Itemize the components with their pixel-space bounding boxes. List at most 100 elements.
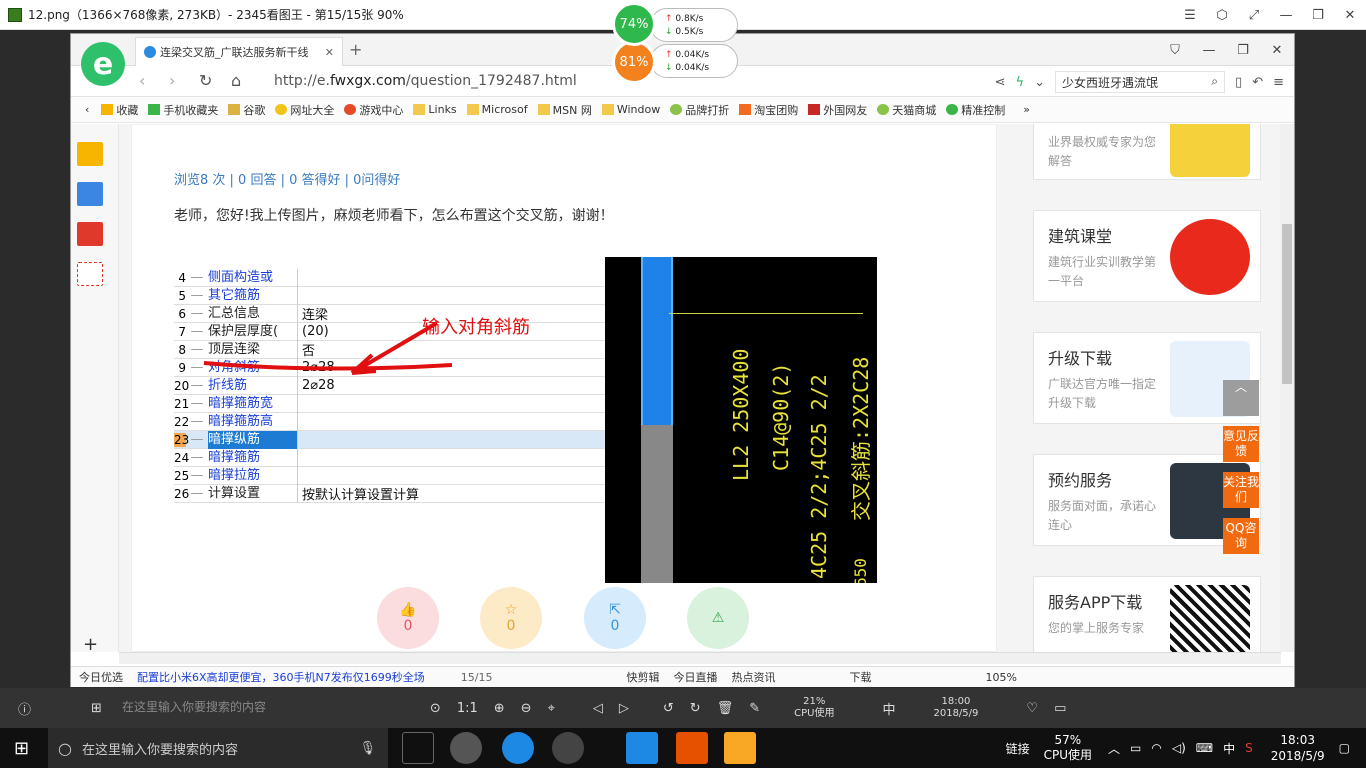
ie-browser-icon[interactable] <box>502 732 534 764</box>
fav-item-6[interactable]: Microsof <box>466 103 528 116</box>
browser-close-button[interactable]: ✕ <box>1260 34 1294 66</box>
refresh-icon[interactable]: ↻ <box>199 71 212 90</box>
delete-icon[interactable]: 🗑 <box>717 701 734 716</box>
zoom-out-icon[interactable]: ⊖ <box>521 701 532 716</box>
fav-item-11[interactable]: 外国网友 <box>808 102 867 118</box>
feedback-button[interactable]: 意见反馈 <box>1223 426 1259 462</box>
minimize-button[interactable]: — <box>1270 0 1302 30</box>
rotate-right-icon[interactable]: ↻ <box>690 701 701 716</box>
windows-start-icon[interactable]: ⊞ <box>91 701 102 716</box>
horizontal-scrollbar[interactable] <box>119 652 1281 664</box>
status-quick-edit[interactable]: 快剪辑 <box>626 669 659 685</box>
app-card[interactable]: 服务APP下载 您的掌上服务专家 <box>1033 576 1261 652</box>
status-live[interactable]: 今日直播 <box>673 669 717 685</box>
chevron-down-icon[interactable]: ⌄ <box>1034 75 1045 90</box>
360-browser-icon[interactable] <box>552 732 584 764</box>
fav-item-9[interactable]: 品牌打折 <box>670 102 729 118</box>
edit-icon[interactable]: ✎ <box>749 701 760 716</box>
taskbar-clock[interactable]: 18:03 2018/5/9 <box>1271 732 1325 764</box>
fav-item-4[interactable]: 游戏中心 <box>344 102 403 118</box>
fav-item-1[interactable]: 手机收藏夹 <box>148 102 218 118</box>
report-button[interactable]: ⚠ <box>687 587 749 649</box>
more-favorites-icon[interactable]: » <box>1023 103 1030 116</box>
microphone-icon[interactable]: 🎙 <box>359 741 376 756</box>
fullscreen-icon[interactable]: ⤢ <box>1238 0 1270 30</box>
browser-menu-icon[interactable]: ≡ <box>1273 75 1284 90</box>
next-image-button[interactable]: ▷ <box>619 701 629 716</box>
wifi-icon[interactable]: ◠ <box>1151 741 1161 755</box>
share-icon[interactable]: ⋖ <box>995 75 1006 90</box>
browser-restore-button[interactable]: ❐ <box>1226 34 1260 66</box>
add-sidebar-icon[interactable]: + <box>83 634 98 652</box>
zoom-in-icon[interactable]: ⊕ <box>494 701 505 716</box>
status-download[interactable]: 下载 <box>849 669 871 685</box>
pinned-app-icon[interactable] <box>626 732 658 764</box>
fav-item-7[interactable]: MSN 网 <box>537 102 592 118</box>
keyboard-icon[interactable]: ⌨ <box>1196 741 1213 755</box>
taskbar-search[interactable]: 在这里输入你要搜索的内容 ○ 🎙 <box>48 728 388 768</box>
shirt-icon[interactable]: ⛉ <box>1158 34 1192 66</box>
fav-item-12[interactable]: 天猫商城 <box>877 102 936 118</box>
prev-image-button[interactable]: ◁ <box>593 701 603 716</box>
fav-item-10[interactable]: 淘宝团购 <box>739 102 798 118</box>
crop-icon[interactable]: ⌖ <box>548 701 555 716</box>
favorite-button[interactable]: ☆ 0 <box>480 587 542 649</box>
task-view-icon[interactable] <box>402 732 434 764</box>
fit-icon[interactable]: ⊙ <box>430 701 441 716</box>
windows-start-button[interactable]: ⊞ <box>14 738 29 759</box>
search-icon[interactable]: ⌕ <box>1211 74 1218 90</box>
fav-item-5[interactable]: Links <box>413 103 457 116</box>
rotate-left-icon[interactable]: ↺ <box>663 701 674 716</box>
vertical-scrollbar[interactable] <box>1280 124 1294 652</box>
reading-list-icon[interactable] <box>77 182 103 206</box>
battery-icon[interactable]: ▭ <box>1130 741 1141 755</box>
folder-icon[interactable]: ▭ <box>1054 701 1066 716</box>
sogou-ime-icon[interactable]: S <box>1245 741 1253 755</box>
skin-icon[interactable]: ⬡ <box>1206 0 1238 30</box>
lightning-icon[interactable]: ϟ <box>1016 75 1025 90</box>
menu-icon[interactable]: ☰ <box>1174 0 1206 30</box>
back-to-top-button[interactable]: ︿ <box>1223 380 1259 416</box>
browser-tab[interactable]: 连梁交叉筋_广联达服务新干线 ✕ <box>135 37 343 66</box>
fav-item-8[interactable]: Window <box>601 103 660 116</box>
course-card[interactable]: 建筑课堂 建筑行业实训教学第一平台 <box>1033 210 1261 302</box>
new-tab-icon[interactable]: + <box>349 40 362 59</box>
pinwheel-app-icon[interactable] <box>450 732 482 764</box>
info-icon[interactable]: ⓘ <box>18 699 31 718</box>
undo-icon[interactable]: ↶ <box>1252 75 1263 90</box>
notification-icon[interactable]: ▢ <box>1339 741 1350 755</box>
forward-icon[interactable]: › <box>169 71 175 90</box>
share-button[interactable]: ⇱ 0 <box>584 587 646 649</box>
tray-expand-icon[interactable]: ︿ <box>1108 740 1120 757</box>
collapse-icon[interactable]: ‹ <box>85 103 89 116</box>
browser-minimize-button[interactable]: — <box>1192 34 1226 66</box>
status-hot-news[interactable]: 热点资讯 <box>731 669 775 685</box>
home-icon[interactable]: ⌂ <box>231 71 241 90</box>
status-zoom[interactable]: 105% <box>985 671 1016 684</box>
back-icon[interactable]: ‹ <box>139 71 145 90</box>
tab-close-icon[interactable]: ✕ <box>325 46 334 59</box>
cpu-gauge-1[interactable]: 74% <box>612 2 656 46</box>
maximize-button[interactable]: ❐ <box>1302 0 1334 30</box>
weibo-icon[interactable] <box>77 222 103 246</box>
volume-icon[interactable]: ◁) <box>1172 741 1186 755</box>
url-field[interactable]: http://e.fwxgx.com/question_1792487.html <box>274 73 577 89</box>
phone-icon[interactable]: ▯ <box>1235 75 1242 90</box>
fav-item-13[interactable]: 精准控制 <box>946 102 1005 118</box>
fav-item-3[interactable]: 网址大全 <box>275 102 334 118</box>
pdf-app-icon[interactable] <box>676 732 708 764</box>
links-label[interactable]: 链接 <box>1006 740 1030 757</box>
taskbar-ime[interactable]: 中 <box>1223 740 1235 757</box>
like-icon[interactable]: ♡ <box>1026 701 1038 716</box>
ratio-label[interactable]: 1:1 <box>457 701 478 716</box>
image-viewer-app-icon[interactable] <box>724 732 756 764</box>
follow-button[interactable]: 关注我们 <box>1223 472 1259 508</box>
scroll-thumb[interactable] <box>1282 224 1292 384</box>
search-input[interactable]: 少女西班牙遇流氓 ⌕ <box>1055 71 1226 93</box>
fav-item-0[interactable]: 收藏 <box>101 102 138 118</box>
status-today-picks[interactable]: 今日优选 <box>79 669 123 685</box>
like-button[interactable]: 👍 0 <box>377 587 439 649</box>
favorites-star-icon[interactable] <box>77 142 103 166</box>
status-news-link[interactable]: 配置比小米6X高却更便宜，360手机N7发布仅1699秒全场 <box>137 669 425 685</box>
fav-item-2[interactable]: 谷歌 <box>228 102 265 118</box>
